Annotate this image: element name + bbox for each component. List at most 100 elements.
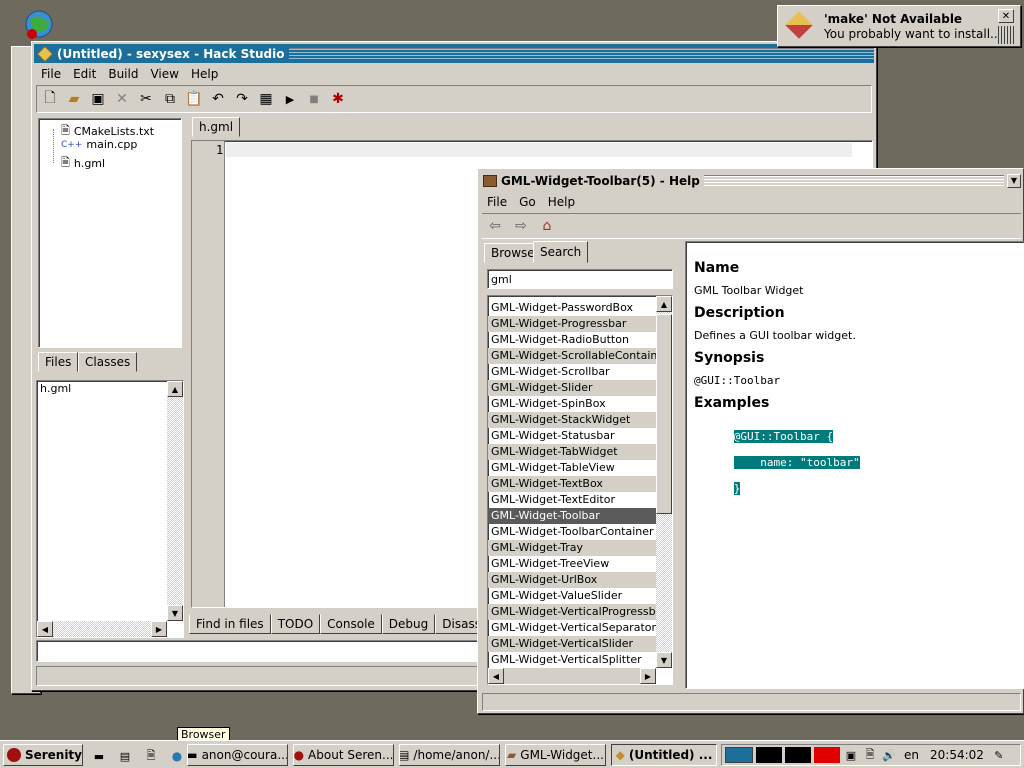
help-tab-search[interactable]: Search [533,241,589,263]
search-result-item[interactable]: GML-Widget-ValueSlider [488,588,657,604]
search-result-item[interactable]: GML-Widget-ToolbarContainer [488,524,657,540]
taskbar-terminal[interactable]: ▬ anon@coura... [187,744,288,766]
search-result-item[interactable]: GML-Widget-VerticalSeparator [488,620,657,636]
help-titlebar[interactable]: GML-Widget-Toolbar(5) - Help ▼ [480,171,1021,190]
menu-file[interactable]: File [35,65,67,83]
taskbar-about[interactable]: ● About Seren... [293,744,394,766]
search-result-item[interactable]: GML-Widget-TableView [488,460,657,476]
search-result-item[interactable]: GML-Widget-PasswordBox [488,300,657,316]
taskbar-hack-studio[interactable]: ◆ (Untitled) ... [611,744,717,766]
run-icon[interactable]: ▶ [279,88,301,110]
search-result-item[interactable]: GML-Widget-TextBox [488,476,657,492]
open-files-hscroll[interactable] [37,621,167,637]
keyboard-layout[interactable]: en [900,748,923,762]
scroll-right-button[interactable]: ▶ [151,621,167,637]
editor-tab-h-gml[interactable]: h.gml [192,117,241,137]
search-result-item[interactable]: GML-Widget-TextEditor [488,492,657,508]
results-scroll-thumb[interactable] [656,314,672,514]
stop-icon[interactable]: ■ [303,88,325,110]
text-editor-icon[interactable]: 🗎 [140,745,162,767]
terminal-icon[interactable]: ▬ [88,745,110,767]
search-result-item[interactable]: GML-Widget-SpinBox [488,396,657,412]
build-icon[interactable]: ▦ [255,88,277,110]
search-result-item[interactable]: GML-Widget-VerticalProgressbar [488,604,657,620]
notes-icon[interactable]: ✎ [991,744,1007,766]
search-result-item[interactable]: GML-Widget-ScrollableContaine [488,348,657,364]
delete-icon[interactable]: ✕ [111,88,133,110]
menu-help[interactable]: Help [185,65,224,83]
search-result-item[interactable]: GML-Widget-Toolbar [488,508,657,524]
search-result-item[interactable]: GML-Widget-StackWidget [488,412,657,428]
tab-files[interactable]: Files [38,352,79,372]
workspace-switcher[interactable] [725,747,753,763]
search-result-item[interactable]: GML-Widget-TreeView [488,556,657,572]
search-result-item[interactable]: GML-Widget-VerticalSlider [488,636,657,652]
file-item-h-gml[interactable]: 🗎 h.gml [61,154,105,173]
tab-console[interactable]: Console [320,614,382,634]
open-folder-icon[interactable]: ▰ [63,88,85,110]
debug-icon[interactable]: ✱ [327,88,349,110]
hack-studio-titlebar[interactable]: (Untitled) - sexysex - Hack Studio [34,44,874,63]
copy-icon[interactable]: ⧉ [159,88,181,110]
help-minimize-button[interactable]: ▼ [1007,173,1021,188]
file-tree: 🗎 CMakeLists.txt C++ main.cpp 🗎 h.gml [38,118,182,348]
volume-icon[interactable]: 🔊 [881,744,897,766]
scroll-up-button[interactable]: ▲ [167,381,183,397]
clipboard-icon[interactable]: 🗎 [862,744,878,766]
tab-todo[interactable]: TODO [270,614,321,634]
line-number-gutter [192,141,225,607]
search-results-list: GML-Widget-PasswordBox GML-Widget-Progres… [487,295,673,685]
help-search-input[interactable] [487,269,673,289]
menu-view[interactable]: View [144,65,184,83]
code-example: @GUI::Toolbar { name: "toolbar" } [694,417,1016,508]
save-icon[interactable]: ▣ [87,88,109,110]
menu-edit[interactable]: Edit [67,65,102,83]
undo-icon[interactable]: ↶ [207,88,229,110]
open-files-scrollbar[interactable] [167,381,183,621]
redo-icon[interactable]: ↷ [231,88,253,110]
menu-build[interactable]: Build [102,65,144,83]
results-scroll-down-button[interactable]: ▼ [656,652,672,668]
taskbar-help[interactable]: ▰ GML-Widget... [505,744,606,766]
search-result-item[interactable]: GML-Widget-UrlBox [488,572,657,588]
tab-debug[interactable]: Debug [381,614,436,634]
file-manager-icon[interactable]: ▤ [114,745,136,767]
back-arrow-icon[interactable]: ⇦ [484,215,506,237]
browser-icon[interactable]: ● [166,745,188,767]
notification-message: You probably want to install... [824,27,1002,41]
tab-classes[interactable]: Classes [78,352,138,372]
scroll-down-button[interactable]: ▼ [167,605,183,621]
help-menu-help[interactable]: Help [542,193,581,211]
file-item-main-cpp[interactable]: C++ main.cpp [61,138,137,151]
open-file-item[interactable]: h.gml [37,381,183,397]
search-result-item[interactable]: GML-Widget-VerticalSplitter [488,652,657,668]
search-result-item[interactable]: GML-Widget-TabWidget [488,444,657,460]
tab-find-in-files[interactable]: Find in files [189,614,271,634]
clock[interactable]: 20:54:02 [926,748,988,762]
forward-arrow-icon[interactable]: ⇨ [510,215,532,237]
results-hscroll[interactable] [488,668,656,684]
cut-icon[interactable]: ✂ [135,88,157,110]
taskbar-file-manager[interactable]: ▤/home/anon/... [399,744,500,766]
search-result-item[interactable]: GML-Widget-Scrollbar [488,364,657,380]
notification-close-button[interactable]: ✕ [998,9,1014,23]
current-line-highlight [226,143,852,157]
desktop-globe-icon[interactable] [24,8,56,40]
help-menu-file[interactable]: File [481,193,513,211]
search-result-item[interactable]: GML-Widget-Progressbar [488,316,657,332]
help-menu-go[interactable]: Go [513,193,542,211]
results-scroll-left-button[interactable]: ◀ [488,668,504,684]
results-scroll-up-button[interactable]: ▲ [656,296,672,312]
search-result-item[interactable]: GML-Widget-Slider [488,380,657,396]
search-result-item[interactable]: GML-Widget-Statusbar [488,428,657,444]
network-icon[interactable]: ▣ [843,744,859,766]
paste-icon[interactable]: 📋 [183,88,205,110]
new-file-icon[interactable]: 🗋 [39,88,61,110]
search-result-item[interactable]: GML-Widget-Tray [488,540,657,556]
scroll-left-button[interactable]: ◀ [37,621,53,637]
home-icon[interactable]: ⌂ [536,215,558,237]
results-scroll-right-button[interactable]: ▶ [640,668,656,684]
start-button[interactable]: Serenity [3,744,83,766]
search-result-item[interactable]: GML-Widget-RadioButton [488,332,657,348]
splitter[interactable] [678,265,684,689]
